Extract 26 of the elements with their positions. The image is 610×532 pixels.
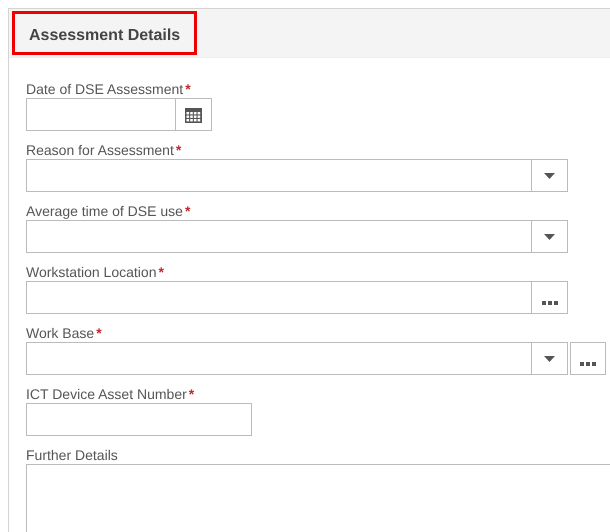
date-field[interactable] bbox=[26, 98, 176, 131]
ellipsis-icon bbox=[542, 300, 558, 304]
field-label: Average time of DSE use* bbox=[26, 202, 192, 220]
caret-icon bbox=[544, 172, 555, 178]
caret-icon bbox=[544, 356, 555, 362]
dropdown-field[interactable] bbox=[26, 342, 532, 375]
ellipsis-icon bbox=[580, 362, 596, 366]
lookup-button[interactable] bbox=[570, 342, 606, 375]
caret-icon bbox=[544, 234, 555, 240]
dropdown-button[interactable] bbox=[532, 342, 568, 375]
field-label: Further Details bbox=[26, 446, 119, 464]
field-label: Reason for Assessment* bbox=[26, 141, 182, 159]
calendar-icon bbox=[185, 106, 202, 122]
dropdown-field[interactable] bbox=[26, 159, 532, 192]
text-field[interactable] bbox=[26, 403, 252, 436]
lookup-button[interactable] bbox=[532, 281, 568, 314]
calendar-button[interactable] bbox=[176, 98, 212, 131]
section-title: Assessment Details bbox=[12, 11, 198, 55]
field-label: Workstation Location* bbox=[26, 263, 165, 281]
dropdown-field[interactable] bbox=[26, 220, 532, 253]
lookup-field[interactable] bbox=[26, 281, 532, 314]
field-label: ICT Device Asset Number* bbox=[26, 385, 196, 403]
field-label: Date of DSE Assessment* bbox=[26, 80, 192, 98]
field-label: Work Base* bbox=[26, 324, 103, 342]
dropdown-button[interactable] bbox=[532, 220, 568, 253]
dropdown-button[interactable] bbox=[532, 159, 568, 192]
